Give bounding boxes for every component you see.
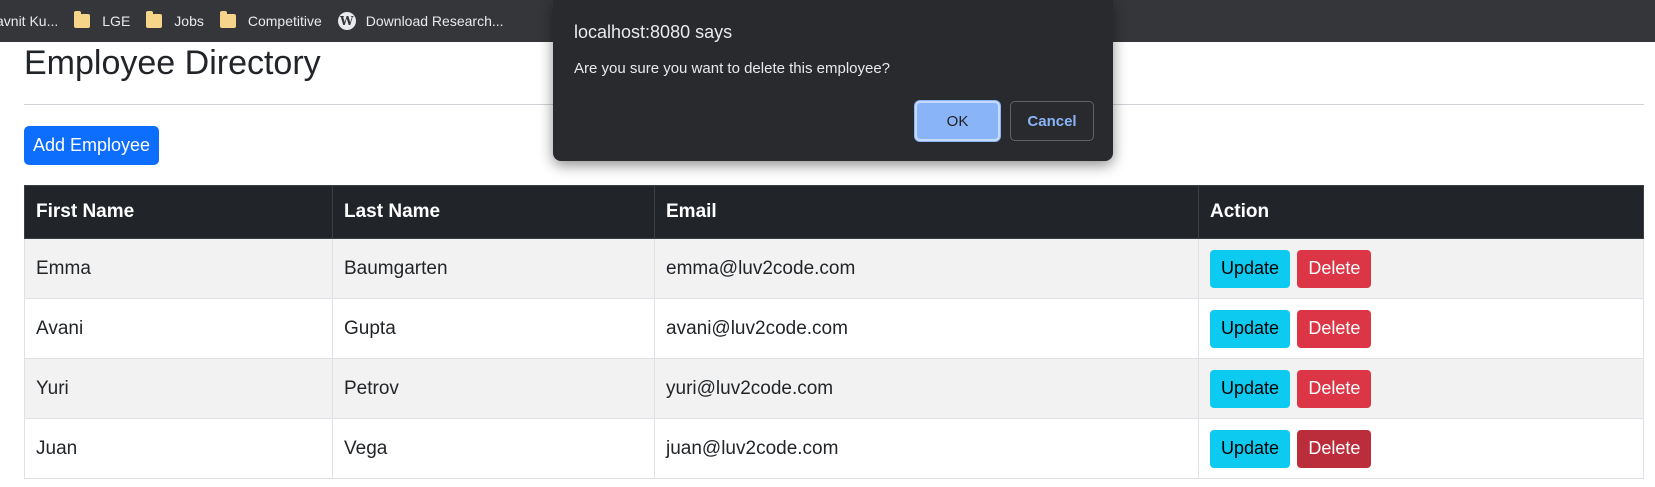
delete-button[interactable]: Delete <box>1297 429 1372 468</box>
table-row: Avani Gupta avani@luv2code.com Update De… <box>24 298 1644 359</box>
cell-first-name: Avani <box>24 298 333 359</box>
bookmark-item-0[interactable]: avnit Ku... <box>0 7 68 35</box>
bookmark-label: LGE <box>102 13 131 29</box>
delete-button[interactable]: Delete <box>1297 369 1372 408</box>
header-first-name: First Name <box>24 185 333 239</box>
cell-last-name: Petrov <box>332 358 655 419</box>
header-action: Action <box>1198 185 1644 239</box>
bookmark-item-jobs[interactable]: Jobs <box>140 7 214 35</box>
folder-icon <box>146 11 163 28</box>
ok-button[interactable]: OK <box>915 101 1000 141</box>
cell-action: Update Delete <box>1198 238 1644 299</box>
cell-first-name: Juan <box>24 418 333 479</box>
add-employee-button[interactable]: Add Employee <box>24 126 159 165</box>
cell-action: Update Delete <box>1198 358 1644 419</box>
table-header-row: First Name Last Name Email Action <box>24 185 1644 239</box>
bookmark-label: Competitive <box>247 13 322 29</box>
cell-first-name: Emma <box>24 238 333 299</box>
table-row: Juan Vega juan@luv2code.com Update Delet… <box>24 418 1644 479</box>
cell-first-name: Yuri <box>24 358 333 419</box>
employee-table: First Name Last Name Email Action Emma B… <box>24 185 1644 479</box>
dialog-title: localhost:8080 says <box>574 22 733 42</box>
cell-last-name: Gupta <box>332 298 655 359</box>
update-button[interactable]: Update <box>1210 369 1291 408</box>
bookmark-label: Jobs <box>174 13 204 29</box>
folder-icon <box>219 11 236 28</box>
delete-button[interactable]: Delete <box>1297 249 1372 288</box>
bookmark-item-download-research[interactable]: W Download Research... <box>332 7 514 35</box>
update-button[interactable]: Update <box>1210 249 1291 288</box>
bookmark-label: Download Research... <box>365 13 504 29</box>
cancel-button[interactable]: Cancel <box>1010 101 1094 141</box>
dialog-message: Are you sure you want to delete this emp… <box>574 60 891 77</box>
cell-email: yuri@luv2code.com <box>654 358 1199 419</box>
update-button[interactable]: Update <box>1210 309 1291 348</box>
header-email: Email <box>654 185 1199 239</box>
confirm-dialog: localhost:8080 says Are you sure you wan… <box>553 0 1113 161</box>
bookmark-item-lge[interactable]: LGE <box>68 7 140 35</box>
folder-icon <box>74 11 91 28</box>
bookmark-label: avnit Ku... <box>0 13 59 29</box>
wordpress-icon: W <box>337 12 356 30</box>
cell-action: Update Delete <box>1198 298 1644 359</box>
cell-email: emma@luv2code.com <box>654 238 1199 299</box>
cell-email: avani@luv2code.com <box>654 298 1199 359</box>
table-row: Emma Baumgarten emma@luv2code.com Update… <box>24 238 1644 299</box>
header-last-name: Last Name <box>332 185 655 239</box>
update-button[interactable]: Update <box>1210 429 1291 468</box>
table-row: Yuri Petrov yuri@luv2code.com Update Del… <box>24 358 1644 419</box>
cell-last-name: Vega <box>332 418 655 479</box>
delete-button[interactable]: Delete <box>1297 309 1372 348</box>
cell-email: juan@luv2code.com <box>654 418 1199 479</box>
bookmark-item-competitive[interactable]: Competitive <box>214 7 332 35</box>
cell-action: Update Delete <box>1198 418 1644 479</box>
cell-last-name: Baumgarten <box>332 238 655 299</box>
page-title: Employee Directory <box>24 44 321 82</box>
